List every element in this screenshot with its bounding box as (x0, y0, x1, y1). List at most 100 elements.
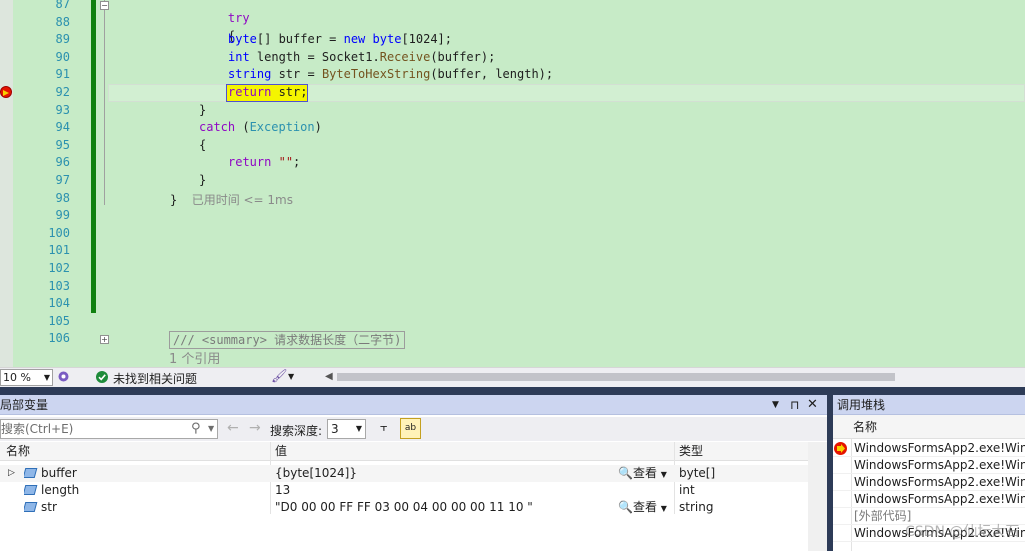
breakpoint-margin[interactable] (0, 0, 13, 367)
code-text: ) (314, 120, 322, 134)
table-row[interactable]: ▷ buffer {byte[1024]} 🔍查看 ▼ byte[] (0, 465, 808, 482)
view-label: 查看 (632, 500, 657, 514)
method-name: Receive (379, 50, 431, 64)
chevron-down-icon[interactable]: ▼ (288, 372, 294, 381)
stack-frame-label: WindowsFormsApp2.exe!Window (854, 492, 1025, 506)
breakpoint-current-statement-icon[interactable] (0, 86, 12, 98)
method-name: ByteToHexString (321, 67, 431, 81)
view-button[interactable]: 🔍查看 ▼ (618, 465, 667, 483)
column-header-type[interactable]: 类型 (675, 442, 808, 461)
code-line-94[interactable]: catch (Exception) (199, 120, 322, 134)
check-icon (96, 371, 108, 383)
collapse-icon[interactable]: − (100, 1, 109, 10)
column-type-label: 类型 (679, 444, 704, 458)
variable-name: str (41, 500, 57, 514)
zoom-value: 10 % (3, 371, 31, 384)
code-text: [] buffer = (256, 32, 344, 46)
code-text: length = Socket1. (249, 50, 380, 64)
variable-icon (24, 468, 38, 478)
search-depth-dropdown[interactable]: 3 ▼ (327, 419, 366, 439)
keyword: byte (228, 32, 257, 46)
variable-value[interactable]: "D0 00 00 FF FF 03 00 04 00 00 00 11 10 … (275, 499, 533, 516)
call-stack-window: 调用堆栈 名称 WindowsFormsApp2.exe!Window Wind… (833, 395, 1025, 551)
locals-title: 局部变量 (0, 398, 49, 412)
reference-count-codelens[interactable]: 1 个引用 (169, 348, 220, 367)
line-number: 103 (48, 278, 70, 293)
column-header-name[interactable]: 名称 (0, 442, 270, 461)
code-line-98[interactable]: } 已用时间 <= 1ms (170, 191, 293, 208)
keyword: new (343, 32, 366, 46)
hex-display-icon[interactable]: ab (400, 418, 421, 439)
stack-frame[interactable]: WindowsFormsApp2.exe!Window (833, 491, 1025, 508)
close-icon[interactable]: ✕ (807, 395, 818, 415)
line-number: 101 (48, 243, 70, 258)
outline-line (104, 0, 105, 205)
code-line-90[interactable]: int length = Socket1.Receive(buffer); (228, 50, 495, 64)
stack-frame-current[interactable]: WindowsFormsApp2.exe!Window (833, 440, 1025, 457)
line-number: 93 (55, 102, 70, 117)
line-number: 90 (55, 49, 70, 64)
expand-icon[interactable]: + (100, 335, 109, 344)
expand-arrow-icon[interactable]: ▷ (8, 465, 15, 482)
column-header-value[interactable]: 值 (271, 442, 674, 461)
column-header-name[interactable]: 名称 (833, 415, 1025, 439)
column-value-label: 值 (275, 444, 288, 458)
locals-title-bar[interactable]: 局部变量 ▼ ⊓ ✕ (0, 395, 827, 415)
brace: } (170, 193, 178, 207)
vertical-scrollbar[interactable] (808, 442, 827, 551)
code-line-95[interactable]: { (199, 138, 206, 152)
brace: } (199, 173, 207, 187)
editor-status-bar: 10 % ▼ 未找到相关问题 🖌 ▼ ◀ (0, 367, 1025, 387)
chevron-down-icon[interactable]: ▼ (208, 420, 214, 438)
stack-frame[interactable]: WindowsFormsApp2.exe!Window (833, 474, 1025, 491)
code-line-89[interactable]: byte[] buffer = new byte[1024]; (228, 32, 452, 46)
horizontal-scrollbar[interactable] (337, 373, 895, 381)
scroll-left-icon[interactable]: ◀ (325, 371, 333, 382)
pin-icon[interactable]: ⊓ (790, 395, 799, 415)
back-arrow-icon[interactable]: ← (227, 420, 239, 436)
column-name-label: 名称 (853, 420, 878, 434)
call-stack-title: 调用堆栈 (837, 398, 886, 412)
code-editor[interactable]: 87 88 89 90 91 92 93 94 95 96 97 98 99 100 101 102 103 10… (0, 0, 1025, 367)
line-number: 104 (48, 296, 70, 311)
variable-value[interactable]: 13 (275, 482, 290, 499)
window-menu-icon[interactable]: ▼ (772, 395, 779, 415)
forward-arrow-icon[interactable]: → (249, 420, 261, 436)
watermark: CSDN @仙坛大石 (905, 524, 1020, 540)
code-line-97[interactable]: } (199, 173, 206, 187)
line-number: 88 (55, 14, 70, 29)
code-text: [1024]; (401, 32, 453, 46)
code-line-93[interactable]: } (199, 103, 206, 117)
zoom-dropdown[interactable]: 10 % ▼ (0, 369, 53, 386)
pin-column-icon[interactable]: ⫟ (380, 420, 388, 435)
stack-frame-label: WindowsFormsApp2.exe!Window (854, 441, 1025, 455)
code-text: ( (235, 120, 250, 134)
table-row[interactable]: length 13 int (0, 482, 808, 499)
magnifier-icon: 🔍 (618, 466, 633, 480)
search-field[interactable]: 搜索(Ctrl+E) ⚲ ▼ (0, 419, 218, 439)
keyword: byte (372, 32, 402, 46)
stack-frame[interactable]: WindowsFormsApp2.exe!Window (833, 457, 1025, 474)
summary-comment-collapsed[interactable]: /// <summary> 请求数据长度（二字节) (169, 331, 406, 349)
keyword: string (228, 67, 272, 81)
variable-icon (24, 485, 38, 495)
intellicode-icon[interactable] (57, 370, 70, 383)
variable-name-cell: length (24, 482, 79, 499)
line-number: 99 (55, 208, 70, 223)
search-depth-label: 搜索深度: (270, 424, 323, 438)
brush-icon[interactable]: 🖌 (271, 369, 288, 384)
type-name: Exception (249, 120, 315, 134)
search-icon[interactable]: ⚲ (191, 420, 201, 438)
code-line-91[interactable]: string str = ByteToHexString(buffer, len… (228, 67, 553, 81)
code-text: str = (271, 67, 322, 81)
table-row[interactable]: str "D0 00 00 FF FF 03 00 04 00 00 00 11… (0, 499, 808, 516)
code-line-96[interactable]: return ""; (228, 155, 300, 169)
call-stack-title-bar[interactable]: 调用堆栈 (833, 395, 1025, 415)
code-line-92[interactable]: return str; (228, 85, 307, 99)
line-number: 95 (55, 137, 70, 152)
issues-status-text[interactable]: 未找到相关问题 (113, 370, 197, 387)
view-button[interactable]: 🔍查看 ▼ (618, 499, 667, 517)
brace: } (199, 103, 207, 117)
line-number: 87 (55, 0, 70, 11)
variable-value[interactable]: {byte[1024]} (275, 465, 357, 482)
